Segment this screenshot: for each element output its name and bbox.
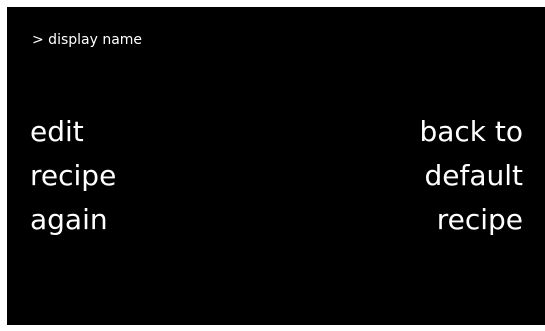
- display-screen: > display name edit recipe again back to…: [7, 7, 545, 325]
- back-to-default-recipe-label-line-1: back to: [419, 115, 523, 148]
- edit-recipe-again-label-line-1: edit: [30, 115, 84, 148]
- edit-recipe-again-button[interactable]: edit recipe again: [30, 110, 116, 242]
- back-to-default-recipe-label-line-3: recipe: [436, 203, 523, 236]
- edit-recipe-again-label-line-2: recipe: [30, 159, 117, 192]
- back-to-default-recipe-button[interactable]: back to default recipe: [419, 110, 523, 242]
- back-to-default-recipe-label-line-2: default: [424, 159, 523, 192]
- breadcrumb: > display name: [32, 32, 143, 48]
- edit-recipe-again-label-line-3: again: [30, 203, 108, 236]
